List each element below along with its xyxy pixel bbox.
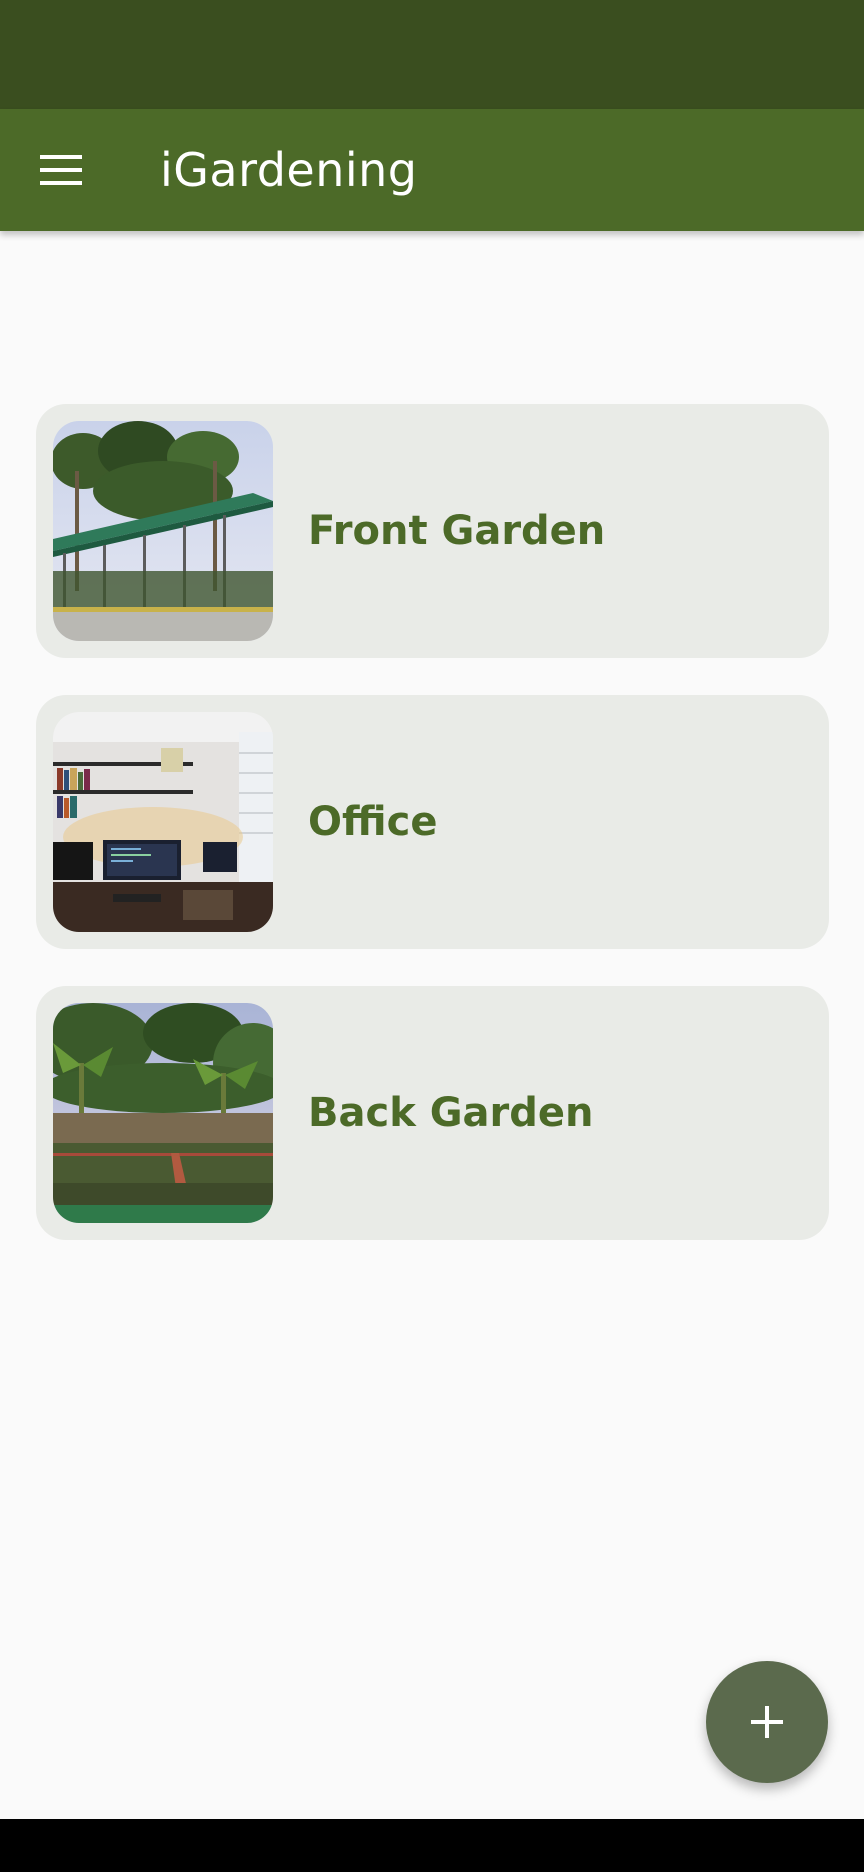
location-label: Front Garden (308, 508, 606, 554)
system-navigation-bar (0, 1819, 864, 1872)
app-title: iGardening (160, 143, 418, 197)
back-garden-photo (53, 1003, 273, 1223)
add-location-button[interactable] (706, 1661, 828, 1783)
location-label: Back Garden (308, 1090, 594, 1136)
status-bar (0, 0, 864, 109)
menu-icon (40, 155, 82, 185)
plus-icon (751, 1706, 783, 1738)
menu-button[interactable] (30, 140, 92, 200)
front-garden-photo (53, 421, 273, 641)
office-photo (53, 712, 273, 932)
location-card-back-garden[interactable]: Back Garden (36, 986, 829, 1240)
location-card-office[interactable]: Office (36, 695, 829, 949)
location-list: Front Garden Office Back Garden (36, 404, 829, 1240)
app-bar: iGardening (0, 109, 864, 231)
location-card-front-garden[interactable]: Front Garden (36, 404, 829, 658)
location-label: Office (308, 799, 438, 845)
